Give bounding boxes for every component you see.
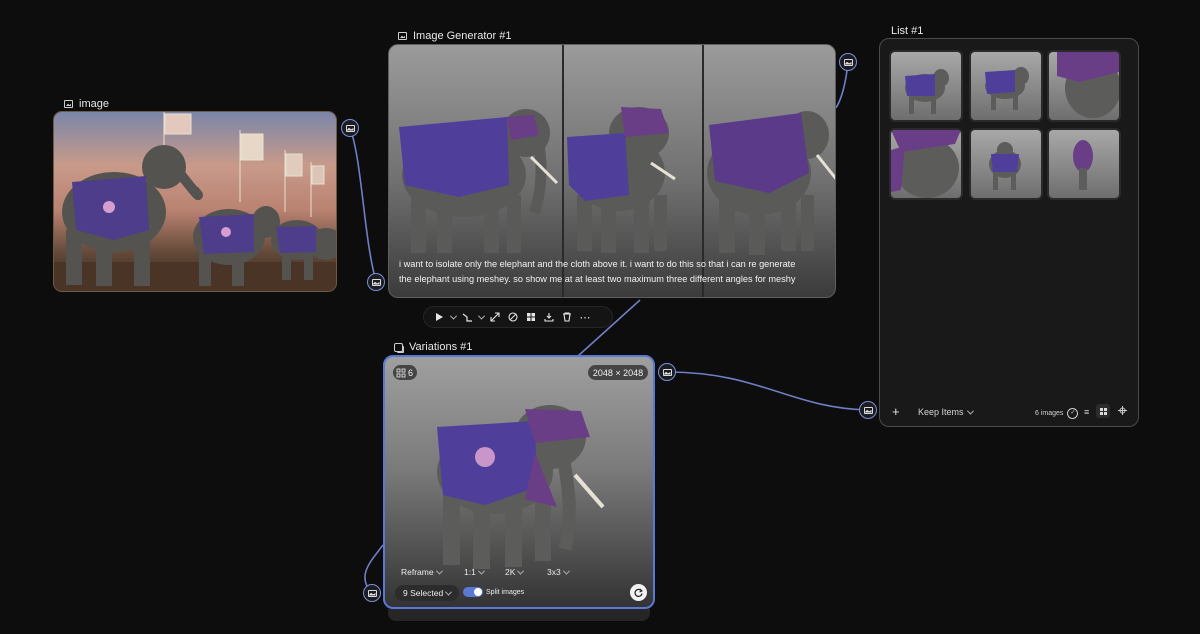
- chevron-down-icon[interactable]: [448, 308, 458, 326]
- more-icon[interactable]: ⋯: [576, 308, 594, 326]
- chevron-down-icon[interactable]: [476, 308, 486, 326]
- play-icon[interactable]: [430, 308, 448, 326]
- check-circle-icon: ✓: [1067, 408, 1079, 419]
- keep-items-label: Keep Items: [918, 407, 964, 417]
- variations-input-port[interactable]: [363, 584, 381, 602]
- ratio-dropdown[interactable]: 1:1: [464, 567, 485, 577]
- reframe-dropdown[interactable]: Reframe: [401, 567, 443, 577]
- variations-output-port[interactable]: [658, 363, 676, 381]
- generator-prompt-text: i want to isolate only the elephant and …: [399, 257, 819, 287]
- variations-stack-shadow: [388, 609, 650, 621]
- refresh-icon: [634, 588, 643, 597]
- list-node-label: List #1: [891, 25, 924, 37]
- variation-count: 6: [407, 367, 413, 378]
- chevron-down-icon: [435, 567, 443, 575]
- expand-icon[interactable]: [486, 308, 504, 326]
- keep-items-dropdown[interactable]: Keep Items: [918, 407, 974, 417]
- chevron-down-icon: [517, 567, 525, 575]
- selected-dropdown[interactable]: 9 Selected: [395, 585, 460, 601]
- generated-elephant-views: [399, 107, 835, 255]
- edge-variations-to-list: [666, 371, 869, 411]
- list-thumbnail[interactable]: [1047, 128, 1121, 200]
- fit-view-icon[interactable]: [1118, 406, 1127, 417]
- image-icon: [662, 368, 672, 376]
- resolution-badge: 2048 × 2048: [588, 365, 648, 380]
- trash-icon[interactable]: [558, 308, 576, 326]
- toggle-switch[interactable]: [463, 587, 483, 597]
- image-icon: [863, 406, 873, 414]
- flag-icon: [163, 112, 325, 217]
- grid-icon: [396, 368, 406, 377]
- grid-view-icon[interactable]: [1096, 404, 1110, 418]
- selected-label: 9 Selected: [403, 588, 444, 598]
- node-toolbar: ⋯: [423, 306, 613, 328]
- list-input-port[interactable]: [859, 401, 877, 419]
- image-icon: [398, 32, 407, 40]
- grid-icon[interactable]: [522, 308, 540, 326]
- variations-node-title[interactable]: Variations #1: [394, 341, 472, 353]
- regenerate-button[interactable]: [630, 584, 647, 601]
- list-thumbnail[interactable]: [969, 128, 1043, 200]
- generator-output-port[interactable]: [839, 53, 857, 71]
- grid-size-label: 3x3: [547, 567, 561, 577]
- chevron-down-icon: [562, 567, 570, 575]
- list-view-icon[interactable]: ≡: [1084, 407, 1089, 417]
- generator-input-port[interactable]: [367, 273, 385, 291]
- quality-label: 2K: [505, 567, 516, 577]
- list-thumbnail[interactable]: [889, 128, 963, 200]
- add-item-button[interactable]: +: [892, 404, 900, 419]
- list-thumbnail[interactable]: [1047, 50, 1121, 122]
- ratio-label: 1:1: [464, 567, 476, 577]
- prompt-line: i want to isolate only the elephant and …: [399, 259, 796, 269]
- chevron-down-icon: [477, 567, 485, 575]
- image-output-port[interactable]: [341, 119, 359, 137]
- image-node-card[interactable]: [53, 111, 337, 292]
- parade-elephants-image: [54, 112, 336, 291]
- mask-icon[interactable]: [504, 308, 522, 326]
- prompt-line: the elephant using meshey. so show me at…: [399, 274, 796, 284]
- image-node-label: image: [79, 98, 109, 110]
- variations-node-label: Variations #1: [409, 341, 473, 353]
- download-icon[interactable]: [540, 308, 558, 326]
- image-icon: [843, 58, 853, 66]
- variation-count-badge: 6: [393, 365, 417, 380]
- list-node-card[interactable]: + Keep Items 6 images ✓ ≡: [879, 38, 1139, 427]
- image-icon: [64, 100, 73, 108]
- chevron-down-icon: [445, 588, 453, 596]
- variations-icon: [394, 342, 403, 352]
- list-thumbnail[interactable]: [969, 50, 1043, 122]
- image-icon: [345, 124, 355, 132]
- split-images-label: Split images: [486, 588, 525, 596]
- generator-node-card[interactable]: i want to isolate only the elephant and …: [388, 44, 836, 298]
- list-node-title[interactable]: List #1: [891, 25, 923, 37]
- image-icon: [367, 589, 377, 597]
- image-icon: [371, 278, 381, 286]
- variations-node-card[interactable]: 6 2048 × 2048 Reframe 1:1 2K 3x3 9 Selec…: [383, 355, 655, 609]
- list-thumbnail[interactable]: [889, 50, 963, 122]
- generator-node-title[interactable]: Image Generator #1: [398, 30, 511, 42]
- resolution-label: 2048 × 2048: [592, 367, 644, 378]
- quality-dropdown[interactable]: 2K: [505, 567, 525, 577]
- generator-node-label: Image Generator #1: [413, 30, 512, 42]
- reframe-label: Reframe: [401, 567, 434, 577]
- chevron-down-icon: [966, 407, 974, 415]
- edge-image-to-generator: [349, 127, 377, 282]
- image-node-title[interactable]: image: [64, 98, 109, 110]
- split-images-toggle[interactable]: Split images: [463, 587, 524, 597]
- image-count: 6 images ✓: [1035, 408, 1079, 419]
- route-icon[interactable]: [458, 308, 476, 326]
- image-count-label: 6 images: [1035, 410, 1064, 417]
- grid-size-dropdown[interactable]: 3x3: [547, 567, 570, 577]
